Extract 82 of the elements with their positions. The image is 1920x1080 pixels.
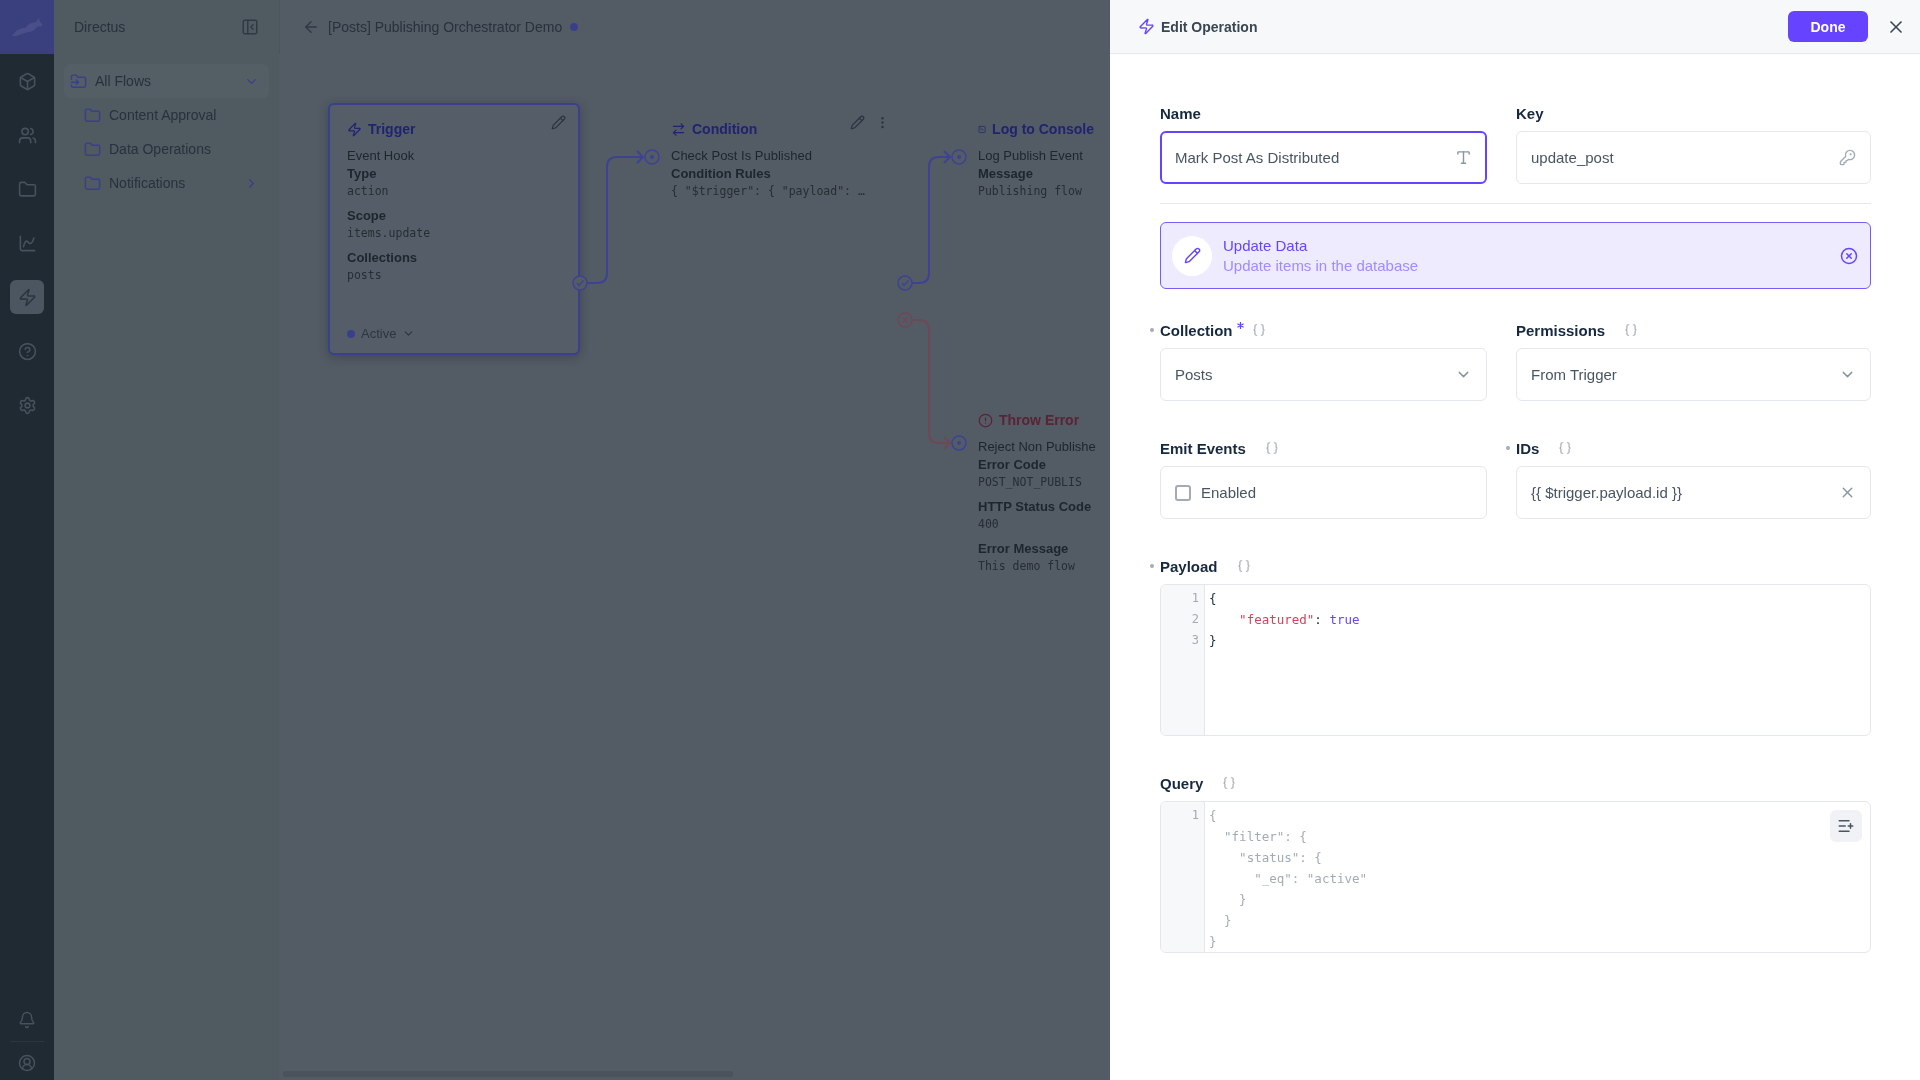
node-field-label: Collections — [347, 249, 419, 267]
operation-card[interactable]: Update Data Update items in the database — [1160, 222, 1871, 289]
code-line: } — [1209, 632, 1217, 650]
node-field-label: Scope — [347, 207, 387, 225]
line-number: 1 — [1190, 590, 1200, 607]
pencil-icon — [1172, 235, 1212, 276]
code-editor[interactable]: 1 { "filter": { "status": { "_eq": "active" } } } — [1160, 801, 1871, 953]
code-line: } — [1209, 933, 1217, 951]
code-line: "featured": true — [1238, 611, 1360, 629]
folder-icon — [17, 179, 37, 199]
braces-icon[interactable] — [1251, 323, 1266, 337]
failure-handle-icon[interactable] — [897, 312, 913, 328]
field-label: Name — [1160, 104, 1201, 122]
braces-icon[interactable] — [1236, 559, 1251, 573]
cube-icon — [17, 71, 37, 91]
node-name: Event Hook — [347, 147, 416, 165]
input-handle-icon[interactable] — [951, 149, 967, 165]
help-icon — [17, 341, 37, 361]
add-line-button[interactable] — [1830, 810, 1862, 842]
code-editor[interactable]: 1 2 3 { "featured": true } — [1160, 584, 1871, 736]
status-dot — [347, 329, 355, 338]
input-handle-icon[interactable] — [644, 149, 660, 165]
field-label: Query — [1160, 774, 1204, 792]
users-icon — [17, 125, 37, 145]
operation-description: Update items in the database — [1223, 257, 1420, 274]
chart-icon — [17, 233, 37, 253]
code-line: "_eq": "active" — [1253, 870, 1368, 888]
line-number: 3 — [1190, 632, 1200, 649]
line-number: 1 — [1190, 807, 1200, 824]
code-line: } — [1238, 891, 1247, 909]
field-label: Permissions — [1516, 321, 1606, 339]
back-icon[interactable] — [302, 18, 320, 36]
bell-icon[interactable] — [18, 1011, 36, 1029]
braces-icon[interactable] — [1558, 441, 1573, 455]
operation-title: Update Data — [1223, 237, 1309, 254]
input-field[interactable]: Mark Post As Distributed — [1160, 131, 1487, 184]
node-title: Condition — [692, 121, 758, 137]
input-handle-icon[interactable] — [951, 435, 967, 451]
done-button[interactable]: Done — [1788, 11, 1868, 42]
folder-icon — [84, 106, 101, 124]
code-line: } — [1223, 912, 1232, 930]
field-label: Key — [1516, 104, 1544, 122]
alert-icon — [978, 412, 993, 428]
folder-icon — [70, 72, 87, 90]
field-label: Payload — [1160, 557, 1218, 575]
clear-icon[interactable] — [1840, 246, 1858, 265]
folder-icon — [84, 140, 101, 158]
code-line: "status": { — [1238, 849, 1322, 867]
list-plus-icon — [1837, 817, 1855, 835]
node-title: Trigger — [368, 121, 416, 137]
field-label: IDs — [1516, 439, 1540, 457]
code-line: { — [1209, 590, 1217, 608]
panel-title: Edit Operation — [1161, 18, 1259, 35]
node-title: Throw Error — [999, 412, 1080, 428]
checkbox[interactable] — [1175, 484, 1191, 501]
folder-icon — [84, 174, 101, 192]
code-line: "filter": { — [1223, 828, 1307, 846]
field-label: Collection — [1160, 321, 1233, 339]
key-icon — [1839, 149, 1856, 166]
success-handle-icon[interactable] — [897, 275, 913, 291]
select-field[interactable]: From Trigger — [1516, 348, 1871, 401]
input-field[interactable]: {{ $trigger.payload.id }} — [1516, 466, 1871, 519]
condition-icon — [671, 121, 686, 137]
settings-icon — [17, 395, 37, 415]
text-type-icon — [1455, 149, 1472, 166]
edit-icon[interactable] — [850, 115, 865, 130]
input-field[interactable]: update_post — [1516, 131, 1871, 184]
braces-icon[interactable] — [1222, 776, 1237, 790]
node-field-label: Type — [347, 165, 378, 183]
line-number: 2 — [1190, 611, 1200, 628]
edit-icon[interactable] — [551, 115, 566, 130]
code-line: { — [1209, 807, 1217, 825]
field-label: Emit Events — [1160, 439, 1246, 457]
braces-icon[interactable] — [1264, 441, 1279, 455]
user-icon[interactable] — [18, 1054, 36, 1072]
nav-button[interactable] — [10, 280, 44, 314]
success-handle-icon[interactable] — [572, 275, 588, 291]
checkbox-label: Enabled — [1201, 484, 1258, 501]
braces-icon[interactable] — [1624, 323, 1639, 337]
select-field[interactable]: Posts — [1160, 348, 1487, 401]
bolt-icon — [17, 287, 37, 307]
sidebar-toggle-icon[interactable] — [241, 18, 259, 36]
